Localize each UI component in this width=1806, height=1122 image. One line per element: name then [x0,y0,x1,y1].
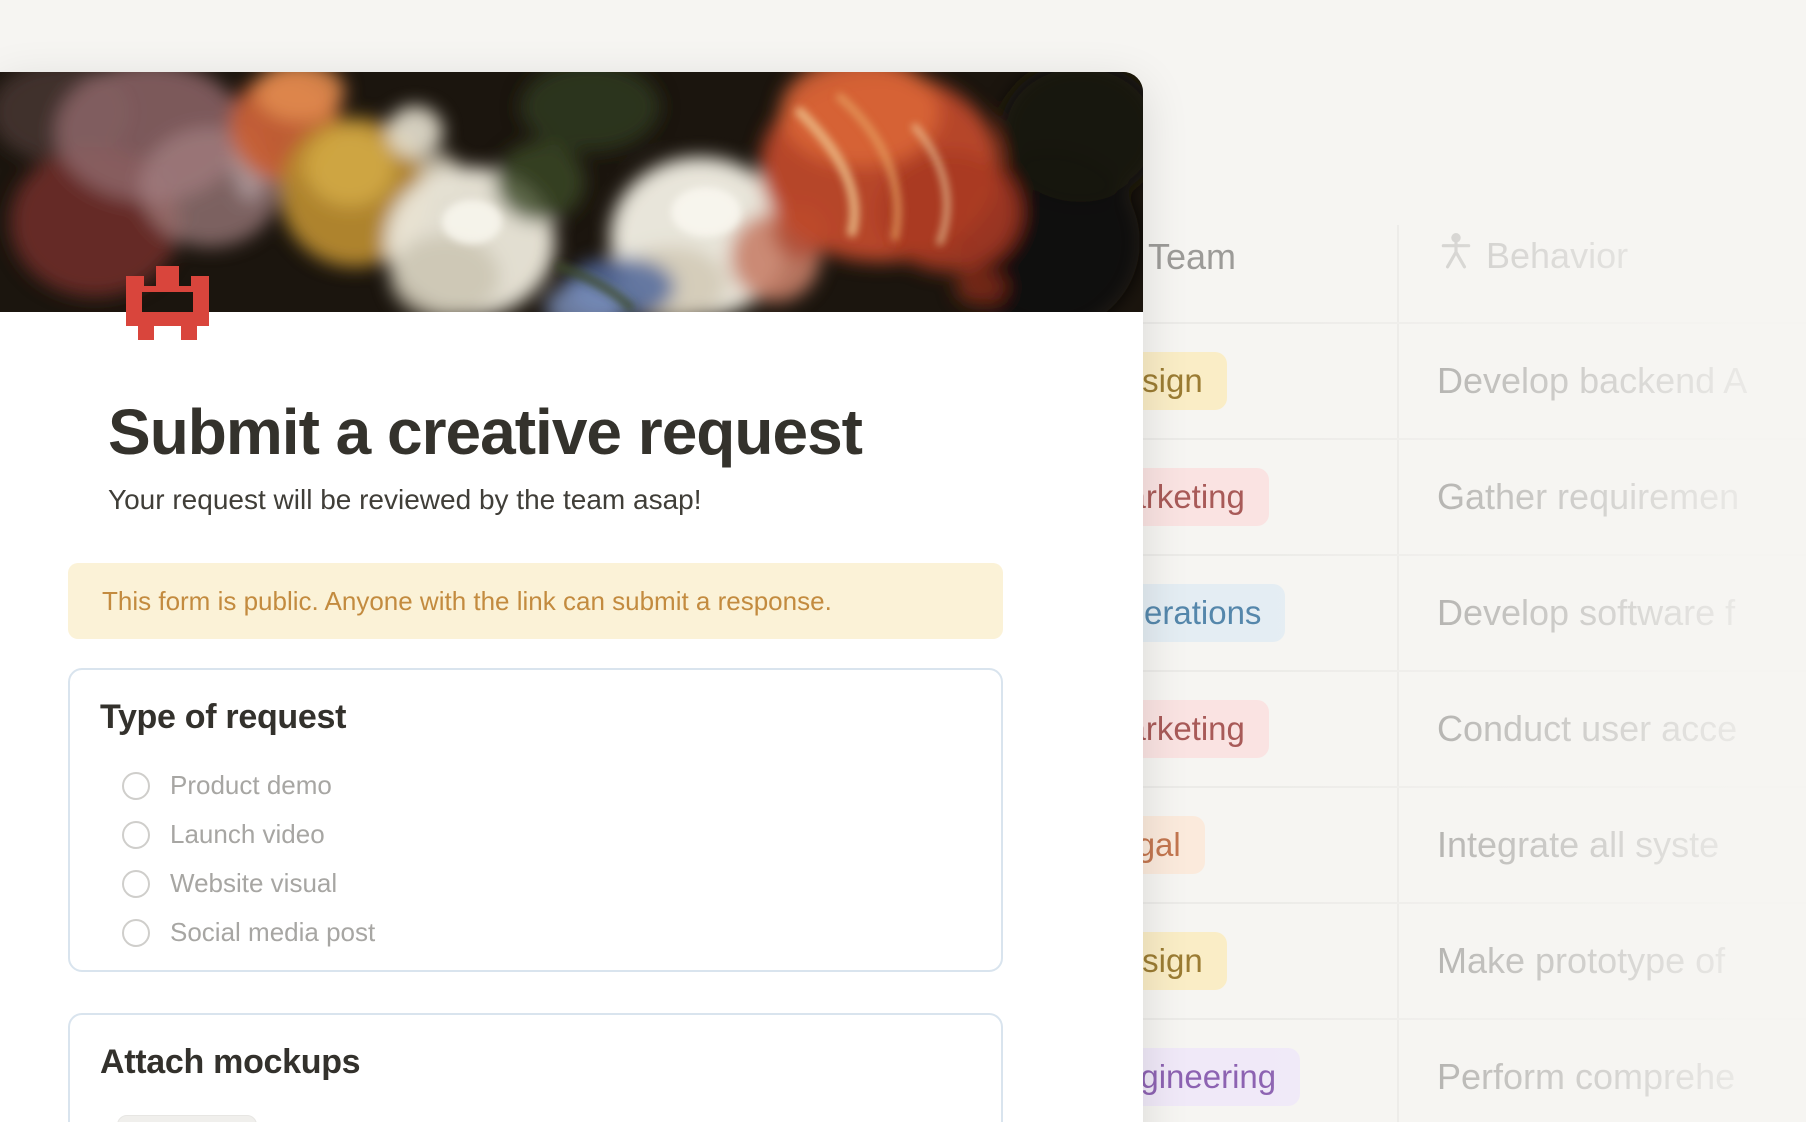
radio-option-launch-video[interactable]: Launch video [122,810,1001,859]
question-title: Attach mockups [100,1043,1001,1082]
person-icon [1440,232,1472,279]
radio-button[interactable] [122,821,150,849]
form-subtitle: Your request will be reviewed by the tea… [108,484,702,516]
behavior-cell: Make prototype of [1437,940,1725,982]
form-title: Submit a creative request [108,397,862,467]
behavior-cell: Develop backend A [1437,360,1747,402]
behavior-cell: Develop software f [1437,592,1735,634]
radio-option-label: Social media post [170,917,375,948]
form-panel: Submit a creative request Your request w… [0,72,1143,1122]
radio-option-label: Website visual [170,868,337,899]
radio-group: Product demo Launch video Website visual… [122,761,1001,957]
behavior-cell: Conduct user acce [1437,708,1737,750]
radio-option-label: Product demo [170,770,332,801]
radio-option-website-visual[interactable]: Website visual [122,859,1001,908]
radio-button[interactable] [122,772,150,800]
behavior-cell: Perform comprehe [1437,1056,1735,1098]
question-card-attach-mockups: Attach mockups [68,1013,1003,1122]
column-header-team[interactable]: Team [1148,236,1236,278]
radio-option-social-media-post[interactable]: Social media post [122,908,1001,957]
public-form-banner: This form is public. Anyone with the lin… [68,563,1003,639]
radio-button[interactable] [122,919,150,947]
column-header-behavior[interactable]: Behavior [1440,232,1628,279]
column-header-behavior-label: Behavior [1486,235,1628,277]
upload-button[interactable] [117,1115,257,1122]
behavior-cell: Integrate all syste [1437,824,1719,866]
public-form-banner-text: This form is public. Anyone with the lin… [102,586,832,617]
radio-button[interactable] [122,870,150,898]
question-title: Type of request [100,698,1001,737]
radio-option-product-demo[interactable]: Product demo [122,761,1001,810]
radio-option-label: Launch video [170,819,325,850]
behavior-cell: Gather requiremen [1437,476,1739,518]
red-frame-icon[interactable] [118,262,217,348]
question-card-type-of-request: Type of request Product demo Launch vide… [68,668,1003,972]
screenshot-root: Team Behavior Design Develop backend A M… [0,0,1806,1122]
